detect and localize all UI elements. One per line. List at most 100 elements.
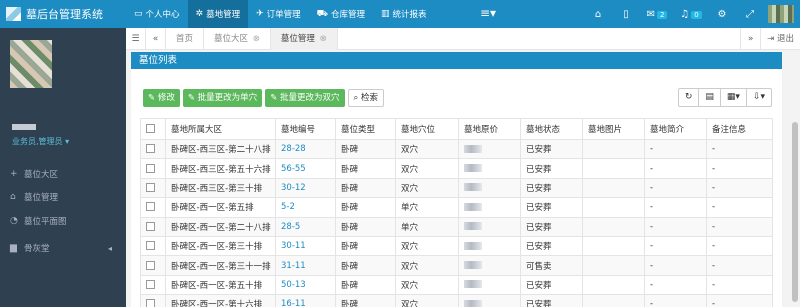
toggle-view-icon[interactable]: ▤ bbox=[698, 88, 721, 107]
remark-cell: - bbox=[706, 274, 773, 296]
nav-item-warehouse-management[interactable]: ⛟ 仓库管理 bbox=[309, 0, 373, 28]
page-scrollbar[interactable] bbox=[788, 50, 800, 307]
row-checkbox[interactable] bbox=[146, 221, 155, 231]
column-header[interactable]: 墓地所属大区 bbox=[165, 118, 276, 140]
logout-button[interactable]: ⇥ 退出 bbox=[760, 28, 800, 50]
intro-cell: - bbox=[644, 216, 707, 237]
type-cell: 卧碑 bbox=[335, 158, 396, 179]
edit-icon: ✎ bbox=[187, 93, 195, 103]
row-checkbox[interactable] bbox=[146, 241, 155, 251]
mobile-icon[interactable]: ▯ bbox=[612, 9, 640, 20]
sidebar-item-floor-plan[interactable]: ◔ 墓位平面图 bbox=[0, 212, 126, 230]
plot-number-link[interactable]: 28-5 bbox=[275, 216, 336, 237]
column-header[interactable]: 墓地原价 bbox=[458, 118, 521, 140]
table-row[interactable]: 卧碑区-西一区-第五排 5-2 卧碑 单穴 已安葬 - - bbox=[140, 197, 773, 218]
price-cell bbox=[458, 138, 521, 160]
plot-number-link[interactable]: 30-12 bbox=[275, 177, 336, 199]
row-checkbox[interactable] bbox=[146, 299, 155, 307]
tabs-scroll-right-icon[interactable]: » bbox=[740, 28, 760, 50]
select-all-checkbox[interactable] bbox=[146, 124, 155, 133]
nav-item-order-management[interactable]: ✈ 订单管理 bbox=[248, 0, 309, 28]
pie-chart-icon: ◔ bbox=[10, 216, 18, 226]
tab-home[interactable]: 首页 bbox=[166, 27, 205, 50]
avatar[interactable] bbox=[768, 5, 794, 23]
chevron-right-icon: ◂ bbox=[107, 243, 112, 253]
row-checkbox[interactable] bbox=[146, 182, 155, 192]
hamburger-menu-icon[interactable]: ≡▾ bbox=[480, 6, 496, 20]
column-header[interactable]: 墓地穴位 bbox=[395, 118, 459, 140]
tab-cemetery-region[interactable]: 墓位大区 ⊗ bbox=[204, 27, 271, 50]
plot-number-link[interactable]: 16-11 bbox=[275, 294, 336, 307]
slot-cell: 双穴 bbox=[395, 235, 459, 257]
batch-single-button[interactable]: ✎ 批量更改为单穴 bbox=[182, 89, 263, 107]
table-row[interactable]: 卧碑区-西三区-第二十八排 28-28 卧碑 双穴 已安葬 - - bbox=[140, 138, 773, 160]
tabs-scroll-left-icon[interactable]: « bbox=[146, 27, 166, 50]
home-icon[interactable]: ⌂ bbox=[584, 9, 612, 20]
table-row[interactable]: 卧碑区-西一区-第三十一排 31-11 卧碑 双穴 可售卖 - - bbox=[140, 255, 773, 276]
sidebar-toggle-icon[interactable]: ☰ bbox=[126, 27, 146, 50]
mail-badge: 2 bbox=[656, 10, 668, 19]
column-header[interactable]: 墓地编号 bbox=[275, 118, 336, 140]
plot-number-link[interactable]: 28-28 bbox=[275, 138, 336, 160]
plot-number-link[interactable]: 5-2 bbox=[275, 197, 336, 218]
table-row[interactable]: 卧碑区-西一区-第五十排 50-13 卧碑 双穴 已安葬 - - bbox=[140, 274, 773, 296]
brand[interactable]: 墓后台管理系统 bbox=[0, 0, 126, 28]
table-row[interactable]: 卧碑区-西一区-第十六排 16-11 卧碑 双穴 已安葬 - - bbox=[140, 294, 773, 307]
tab-cemetery-management[interactable]: 墓位管理 ⊗ bbox=[270, 27, 338, 50]
export-icon[interactable]: ⇩▾ bbox=[745, 88, 772, 107]
remark-cell: - bbox=[706, 158, 773, 179]
table-row[interactable]: 卧碑区-西三区-第五十六排 56-55 卧碑 双穴 已安葬 - - bbox=[140, 158, 773, 179]
edit-button[interactable]: ✎ 修改 bbox=[143, 89, 180, 107]
mail-icon[interactable]: ✉ 2 bbox=[640, 9, 674, 20]
price-value-blurred bbox=[464, 280, 482, 289]
remark-cell: - bbox=[706, 255, 773, 276]
nav-item-cemetery-management[interactable]: ✲ 墓地管理 bbox=[187, 0, 249, 28]
bell-icon[interactable]: ♫ 0 bbox=[674, 9, 708, 20]
table-header-row: 墓地所属大区 墓地编号 墓位类型 墓地穴位 墓地原价 墓地状态 墓地图片 墓地简… bbox=[140, 118, 773, 140]
column-header[interactable]: 墓地状态 bbox=[520, 118, 583, 140]
region-cell: 卧碑区-西一区-第十六排 bbox=[165, 294, 276, 307]
table-row[interactable]: 卧碑区-西一区-第二十八排 28-5 卧碑 单穴 已安葬 - - bbox=[140, 216, 773, 237]
row-checkbox[interactable] bbox=[146, 163, 155, 173]
columns-icon[interactable]: ▦▾ bbox=[719, 88, 747, 107]
nav-item-personal-center[interactable]: ▭ 个人中心 bbox=[126, 0, 188, 28]
fullscreen-icon[interactable]: ⤢ bbox=[736, 9, 764, 20]
sidebar-item-cemetery-management[interactable]: ⌂ 墓位管理 bbox=[0, 188, 126, 206]
plot-number-link[interactable]: 50-13 bbox=[275, 274, 336, 296]
row-checkbox[interactable] bbox=[146, 144, 155, 154]
batch-single-label: 批量更改为单穴 bbox=[197, 93, 258, 103]
select-all-cell bbox=[140, 118, 166, 140]
row-checkbox[interactable] bbox=[146, 202, 155, 212]
close-icon[interactable]: ⊗ bbox=[253, 34, 260, 44]
nav-item-statistics-report[interactable]: ▥ 统计报表 bbox=[373, 0, 435, 28]
sidebar-item-columbarium[interactable]: ▆ 骨灰堂 ◂ bbox=[0, 239, 126, 257]
row-checkbox[interactable] bbox=[146, 279, 155, 289]
scrollbar-thumb[interactable] bbox=[792, 122, 798, 302]
plot-number-link[interactable]: 56-55 bbox=[275, 158, 336, 179]
settings-icon[interactable]: ⚙ bbox=[708, 9, 736, 20]
cogs-icon: ✲ bbox=[195, 9, 204, 19]
column-header[interactable]: 墓地简介 bbox=[644, 118, 707, 140]
column-header[interactable]: 备注信息 bbox=[706, 118, 773, 140]
search-button[interactable]: ⌕ 检索 bbox=[347, 89, 385, 107]
user-avatar[interactable] bbox=[10, 40, 52, 88]
row-select-cell bbox=[140, 274, 166, 296]
cemetery-table: 墓地所属大区 墓地编号 墓位类型 墓地穴位 墓地原价 墓地状态 墓地图片 墓地简… bbox=[140, 118, 773, 307]
table-row[interactable]: 卧碑区-西三区-第三十排 30-12 卧碑 双穴 已安葬 - - bbox=[140, 177, 773, 199]
type-cell: 卧碑 bbox=[335, 138, 396, 160]
user-role[interactable]: 业务员,管理员 ▾ bbox=[12, 136, 69, 147]
plot-number-link[interactable]: 30-11 bbox=[275, 235, 336, 257]
slot-cell: 双穴 bbox=[395, 138, 459, 160]
close-icon[interactable]: ⊗ bbox=[320, 34, 327, 44]
column-header[interactable]: 墓地图片 bbox=[582, 118, 645, 140]
plot-number-link[interactable]: 31-11 bbox=[275, 255, 336, 276]
sidebar-item-cemetery-region[interactable]: + 墓位大区 bbox=[0, 165, 126, 183]
refresh-icon[interactable]: ↻ bbox=[677, 88, 700, 107]
row-checkbox[interactable] bbox=[146, 260, 155, 270]
table-row[interactable]: 卧碑区-西一区-第三十排 30-11 卧碑 双穴 已安葬 - - bbox=[140, 235, 773, 257]
column-header[interactable]: 墓位类型 bbox=[335, 118, 396, 140]
user-role-label: 业务员,管理员 bbox=[12, 137, 63, 146]
batch-double-button[interactable]: ✎ 批量更改为双穴 bbox=[265, 89, 345, 107]
tab-label: 墓位大区 bbox=[214, 33, 249, 44]
remark-cell: - bbox=[706, 177, 773, 199]
